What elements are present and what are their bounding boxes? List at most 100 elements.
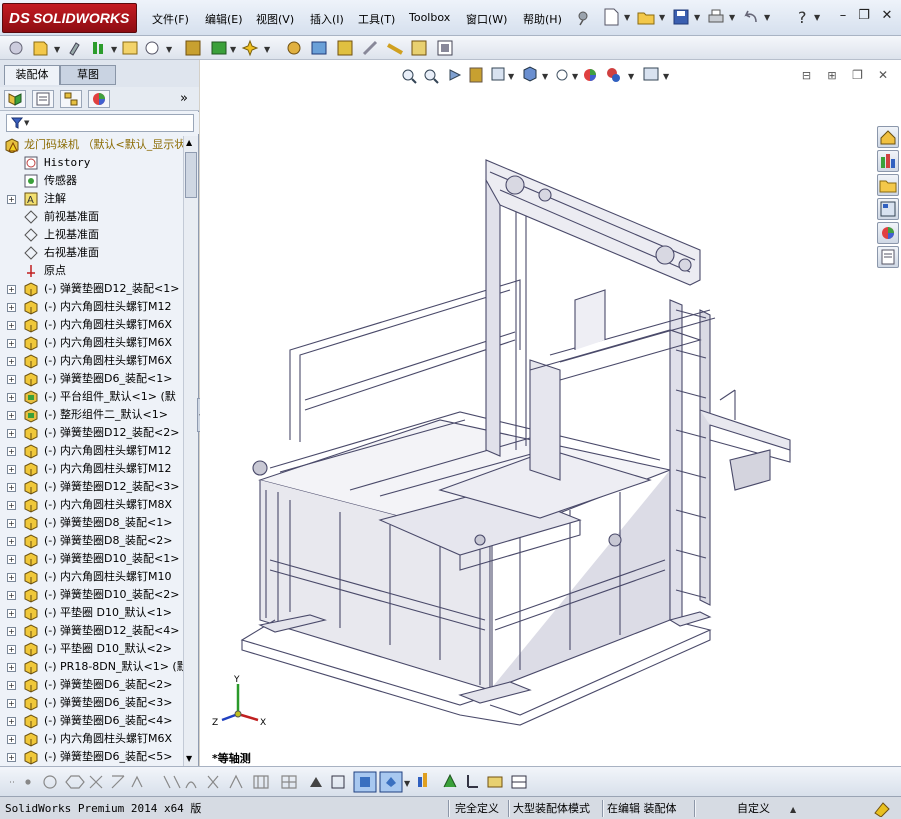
expand-icon[interactable]: + [7,519,16,528]
tree-item[interactable]: + (-) 弹簧垫圈D12_装配<2> [0,424,183,442]
save-icon[interactable] [671,7,691,27]
tree-item[interactable]: + (-) 内六角圆柱头螺钉M6X [0,352,183,370]
tree-item[interactable]: + (-) 内六角圆柱头螺钉M10 [0,568,183,586]
tree-item[interactable]: + (-) 弹簧垫圈D6_装配<4> [0,712,183,730]
scroll-down-icon[interactable]: ▼ [186,754,192,763]
design-library-icon[interactable] [877,150,899,172]
measure-icon[interactable] [362,40,378,56]
expand-icon[interactable]: + [7,627,16,636]
tree-item[interactable]: + (-) 弹簧垫圈D12_装配<1> [0,280,183,298]
expand-icon[interactable]: + [7,321,16,330]
tree-item[interactable]: + (-) 内六角圆柱头螺钉M12 [0,442,183,460]
tree-item[interactable]: + (-) 弹簧垫圈D6_装配<2> [0,676,183,694]
move-component-icon[interactable] [211,41,227,55]
options-icon[interactable] [33,41,48,56]
tree-item[interactable]: + (-) 弹簧垫圈D6_装配<1> [0,370,183,388]
tree-item[interactable]: + (-) 内六角圆柱头螺钉M12 [0,460,183,478]
menu-insert[interactable]: 插入(I) [310,11,344,27]
expand-icon[interactable]: + [7,465,16,474]
tree-item[interactable]: + (-) 弹簧垫圈D6_装配<3> [0,694,183,712]
close-icon[interactable]: ✕ [879,8,895,24]
convert-icon[interactable] [111,775,125,789]
open-folder-icon[interactable] [636,7,656,27]
appearances-icon[interactable] [877,222,899,244]
expand-icon[interactable]: + [7,645,16,654]
view-settings-icon[interactable] [643,67,659,81]
tree-item[interactable]: + (-) 整形组件二_默认<1> [0,406,183,424]
tree-item[interactable]: + (-) 弹簧垫圈D8_装配<1> [0,514,183,532]
menu-tools[interactable]: 工具(T) [358,11,395,27]
expand-icon[interactable]: + [7,699,16,708]
menu-window[interactable]: 窗口(W) [466,11,507,27]
property-manager-icon[interactable] [32,90,54,108]
expand-icon[interactable]: + [7,681,16,690]
minimize-icon[interactable]: – [835,8,851,24]
ruler-icon[interactable] [387,43,403,55]
exploded-view-icon[interactable] [311,41,327,55]
bar-chart-icon[interactable] [418,773,427,787]
graphics-area[interactable]: ▼ ▼ ▼ ▼ ▼ ⊟ ⊞ ❐ ✕ Y X Z *等轴测 [200,60,901,766]
expand-icon[interactable]: + [7,501,16,510]
smart-fastener-icon[interactable] [185,40,201,56]
new-document-icon[interactable] [601,7,621,27]
expand-icon[interactable]: + [7,375,16,384]
expand-icon[interactable]: + [7,717,16,726]
tree-item[interactable]: + (-) 弹簧垫圈D12_装配<3> [0,478,183,496]
chevron-up-icon[interactable]: ▲ [790,805,796,814]
scroll-up-icon[interactable]: ▲ [186,138,192,147]
move-icon[interactable] [443,773,457,788]
circle-icon[interactable] [43,775,57,789]
chevron-down-icon[interactable]: ▼ [659,13,665,22]
chevron-down-icon[interactable]: ▼ [814,13,820,22]
chevron-down-icon[interactable]: ▼ [764,13,770,22]
trim-icon[interactable] [89,775,103,789]
pushpin-icon[interactable] [574,8,594,28]
assembly-icon[interactable] [93,42,103,54]
expand-icon[interactable]: + [7,591,16,600]
rebuild-status-icon[interactable] [873,801,891,817]
chevron-down-icon[interactable]: ▼ [729,13,735,22]
zoom-to-area-icon[interactable] [424,69,439,84]
wireframe-cube-icon[interactable] [331,775,345,789]
expand-icon[interactable]: + [7,537,16,546]
tree-item[interactable]: + (-) 平垫圈 D10_默认<1> [0,604,183,622]
expand-icon[interactable]: + [7,339,16,348]
tree-item[interactable]: + (-) 弹簧垫圈D6_装配<5> [0,748,183,766]
view-orientation-icon[interactable] [491,67,505,81]
close-view-icon[interactable]: ✕ [875,68,891,82]
chevron-down-icon[interactable]: ▼ [694,13,700,22]
paperclip-icon[interactable] [69,42,80,56]
rebuild-icon[interactable] [9,41,23,55]
menu-toolbox[interactable]: Toolbox [409,11,450,24]
linear-pattern-icon[interactable] [253,775,269,789]
display-style-icon[interactable] [523,66,537,82]
mirror-icon[interactable] [163,775,181,789]
menu-help[interactable]: 帮助(H) [523,11,562,27]
axis-icon[interactable] [467,775,478,788]
tree-item[interactable]: + A 注解 [0,190,183,208]
split-horizontal-icon[interactable]: ⊞ [824,69,840,82]
shaded-view-icon[interactable] [353,771,377,793]
gantry-palletizer-model[interactable] [230,150,830,766]
tree-item[interactable]: 右视基准面 [0,244,183,262]
interference-icon[interactable] [337,40,353,56]
polygon-icon[interactable] [65,775,85,789]
menu-view[interactable]: 视图(V) [256,11,294,27]
tree-item[interactable]: + (-) PR18-8DN_默认<1> (默 [0,658,183,676]
undo-icon[interactable] [741,7,761,27]
restore-view-icon[interactable]: ❐ [850,68,866,82]
tree-item[interactable]: + (-) 平垫圈 D10_默认<2> [0,640,183,658]
display-manager-icon[interactable] [88,90,110,108]
table-icon[interactable] [511,775,527,789]
solidworks-logo[interactable]: DS SOLIDWORKS [2,3,137,33]
tab-sketch[interactable]: 草图 [60,65,116,85]
expand-icon[interactable]: + [7,429,16,438]
tab-assembly[interactable]: 装配体 [4,65,60,85]
section-view-icon[interactable] [469,67,483,83]
expand-icon[interactable]: + [7,663,16,672]
expand-icon[interactable]: + [7,573,16,582]
expand-icon[interactable]: + [7,609,16,618]
tree-item[interactable]: + (-) 内六角圆柱头螺钉M6X [0,316,183,334]
tree-item[interactable]: + (-) 内六角圆柱头螺钉M6X [0,334,183,352]
zoom-to-fit-icon[interactable] [402,69,417,84]
